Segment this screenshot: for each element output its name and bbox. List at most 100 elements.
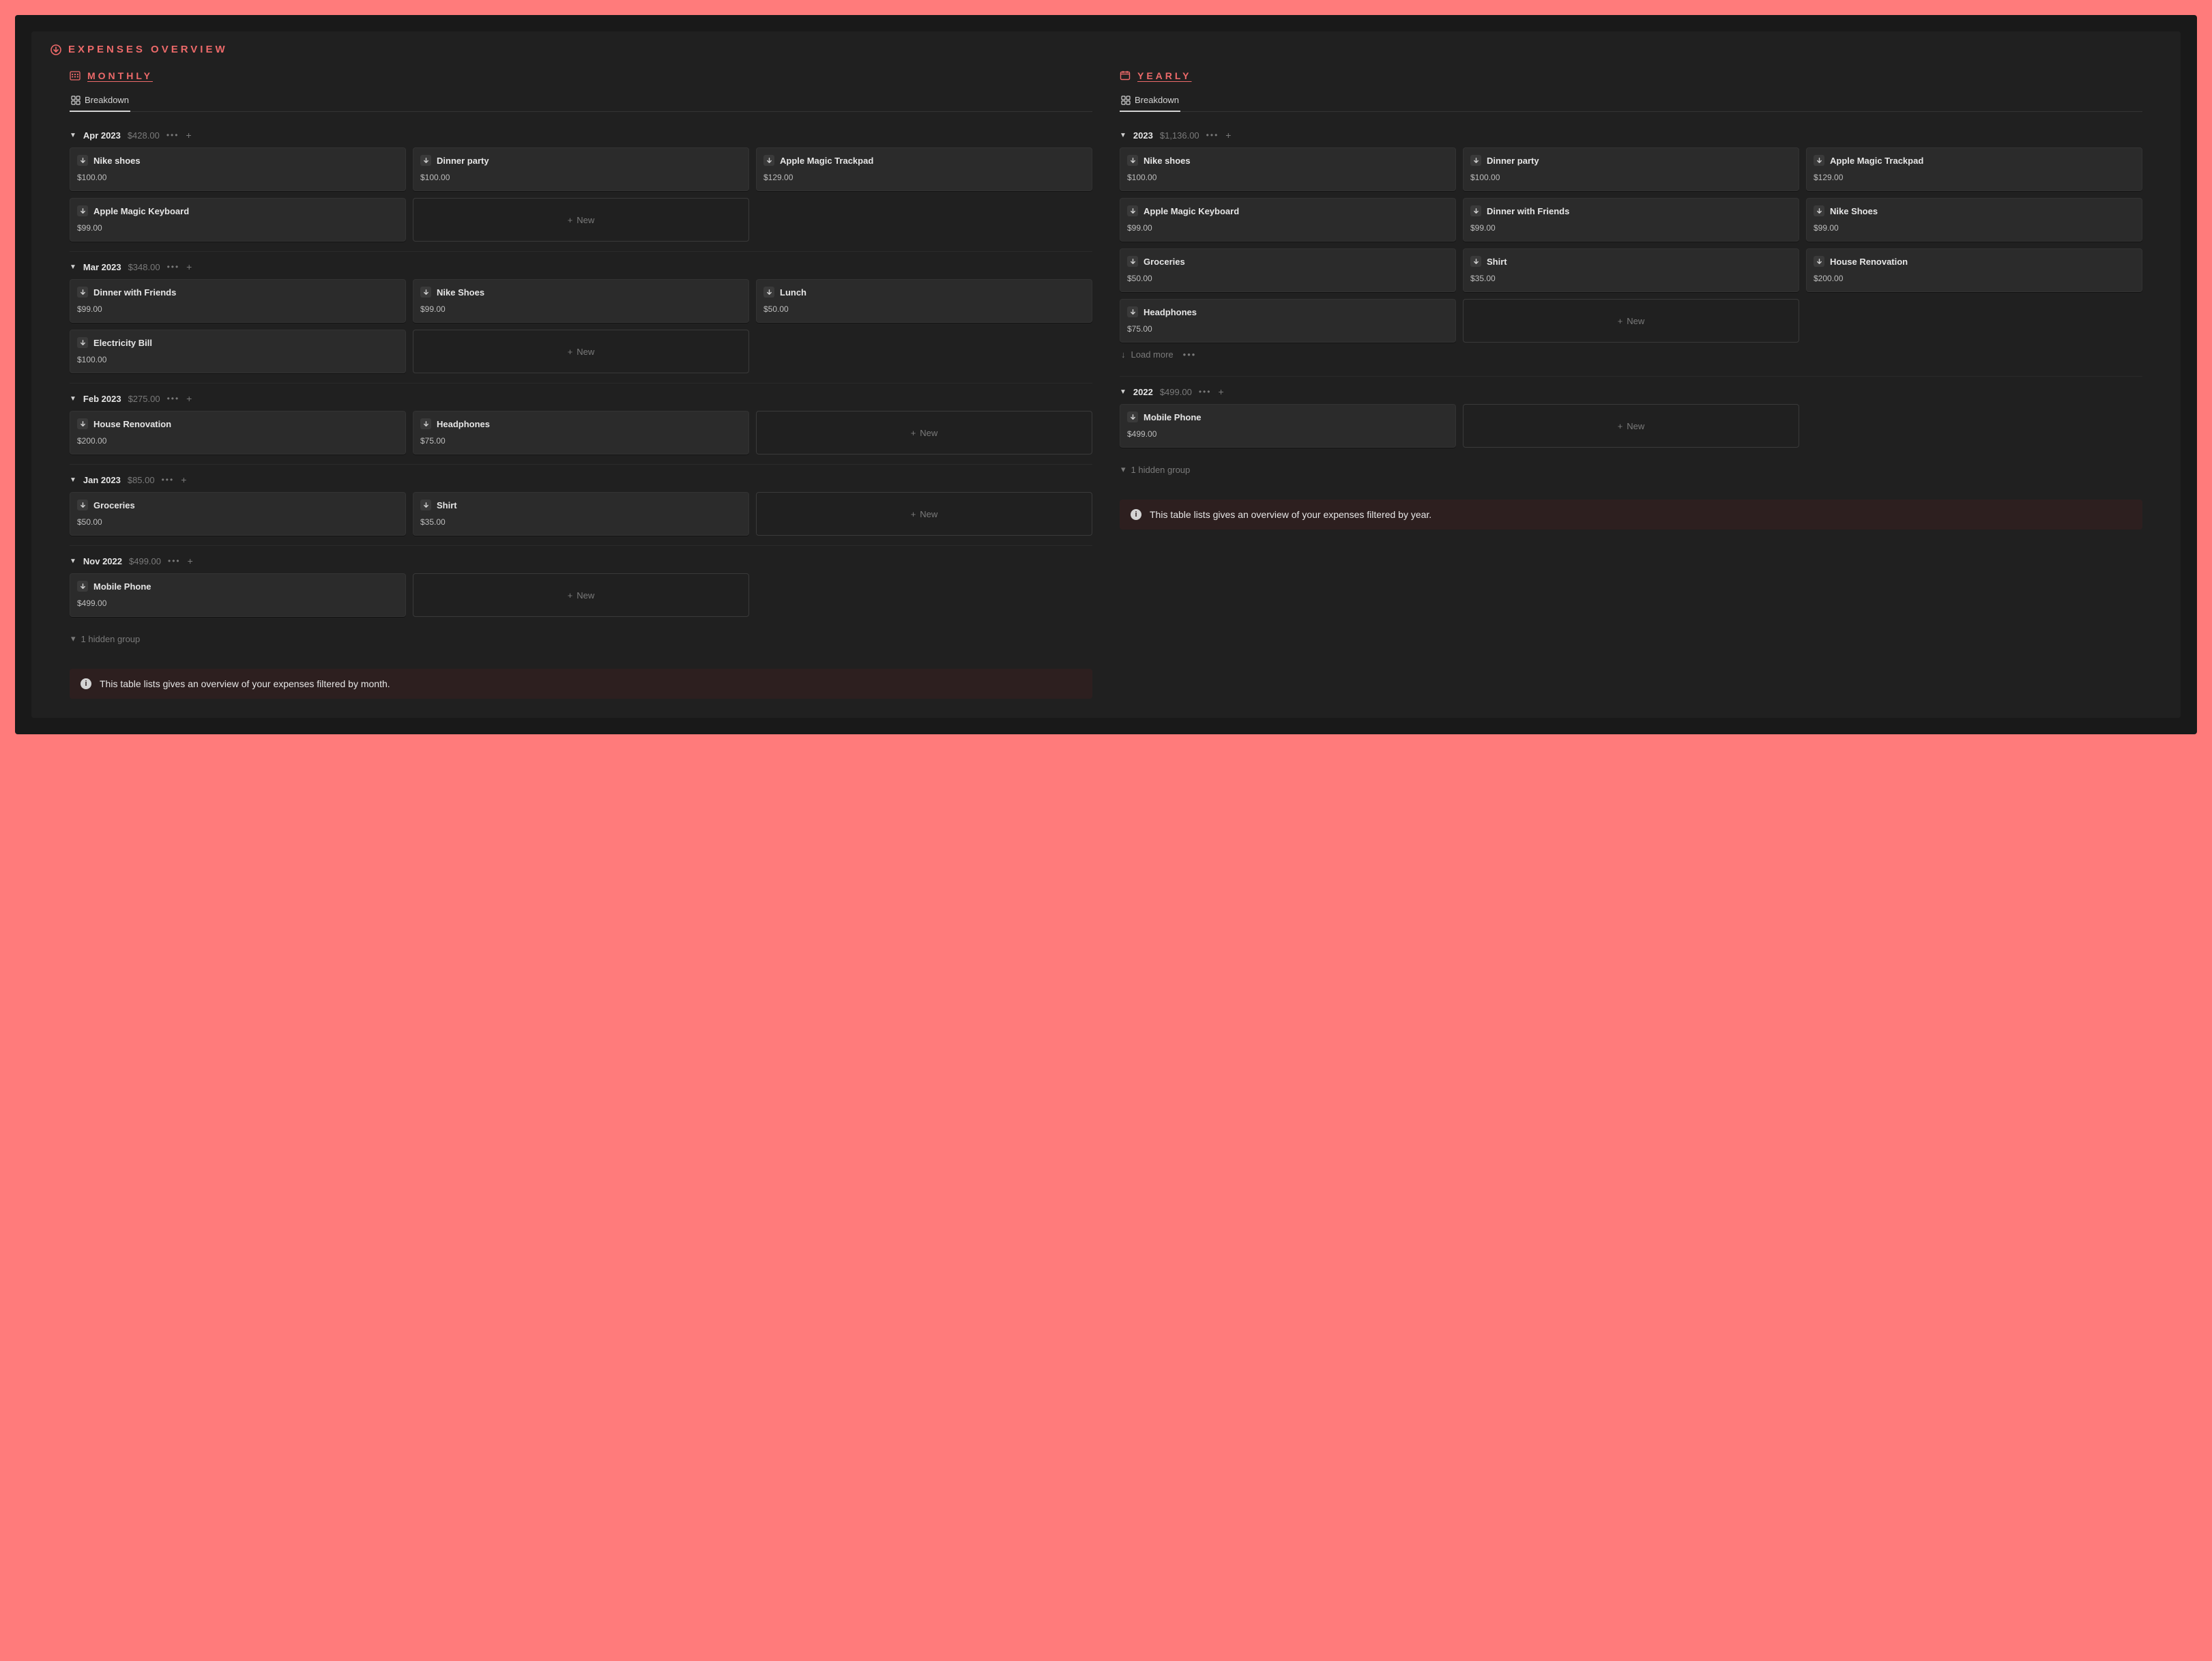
collapse-caret-icon[interactable]: ▼ xyxy=(70,558,76,565)
collapse-caret-icon[interactable]: ▼ xyxy=(70,263,76,271)
expense-card[interactable]: Nike shoes$100.00 xyxy=(1120,147,1456,191)
expense-amount: $99.00 xyxy=(1127,223,1449,233)
add-item-button[interactable]: + xyxy=(181,474,186,485)
expense-card[interactable]: Apple Magic Trackpad$129.00 xyxy=(1806,147,2142,191)
add-item-button[interactable]: + xyxy=(188,555,193,566)
expense-card[interactable]: Nike shoes$100.00 xyxy=(70,147,406,191)
expense-card[interactable]: Mobile Phone$499.00 xyxy=(1120,404,1456,448)
monthly-heading[interactable]: MONTHLY xyxy=(70,70,1092,81)
new-card-button[interactable]: +New xyxy=(756,411,1092,454)
arrow-down-icon xyxy=(1814,256,1824,267)
plus-icon: + xyxy=(1618,316,1623,326)
add-item-button[interactable]: + xyxy=(186,130,191,141)
expense-card[interactable]: Dinner with Friends$99.00 xyxy=(1463,198,1799,242)
add-item-button[interactable]: + xyxy=(186,261,192,272)
collapse-caret-icon[interactable]: ▼ xyxy=(1120,132,1126,139)
arrow-down-icon xyxy=(77,155,88,166)
expense-card[interactable]: House Renovation$200.00 xyxy=(1806,248,2142,292)
group-header[interactable]: ▼ 2022 $499.00 ••• + xyxy=(1120,384,2142,404)
arrow-down-icon xyxy=(420,155,431,166)
new-card-button[interactable]: +New xyxy=(413,573,749,617)
expense-card[interactable]: Nike Shoes$99.00 xyxy=(1806,198,2142,242)
more-menu-icon[interactable]: ••• xyxy=(162,475,175,485)
more-menu-icon[interactable]: ••• xyxy=(1199,387,1212,396)
new-card-button[interactable]: +New xyxy=(756,492,1092,536)
group-label: Apr 2023 xyxy=(83,130,121,141)
expense-card[interactable]: Apple Magic Trackpad$129.00 xyxy=(756,147,1092,191)
collapse-caret-icon[interactable]: ▼ xyxy=(70,395,76,403)
load-more-button[interactable]: ↓Load more••• xyxy=(1120,343,2142,366)
expense-card[interactable]: Mobile Phone$499.00 xyxy=(70,573,406,617)
add-item-button[interactable]: + xyxy=(1218,386,1223,397)
group-header[interactable]: ▼Feb 2023$275.00•••+ xyxy=(70,390,1092,411)
card-grid: Groceries$50.00Shirt$35.00+New xyxy=(70,492,1092,536)
expense-name: Nike Shoes xyxy=(437,287,484,298)
collapse-caret-icon[interactable]: ▼ xyxy=(1120,388,1126,396)
expense-card[interactable]: Electricity Bill$100.00 xyxy=(70,330,406,373)
group-header[interactable]: ▼Mar 2023$348.00•••+ xyxy=(70,259,1092,279)
expense-amount: $129.00 xyxy=(763,173,1085,182)
card-grid: Mobile Phone$499.00+New xyxy=(70,573,1092,617)
new-card-button[interactable]: +New xyxy=(413,198,749,242)
group-label: 2022 xyxy=(1133,387,1153,397)
expense-name: Dinner with Friends xyxy=(1487,206,1569,216)
group-header[interactable]: ▼Nov 2022$499.00•••+ xyxy=(70,553,1092,573)
group-total: $499.00 xyxy=(1160,387,1192,397)
yearly-heading-text: YEARLY xyxy=(1137,70,1192,81)
collapse-caret-icon[interactable]: ▼ xyxy=(70,476,76,484)
arrow-down-icon xyxy=(77,418,88,429)
more-menu-icon[interactable]: ••• xyxy=(168,556,181,566)
info-text: This table lists gives an overview of yo… xyxy=(100,678,390,689)
new-card-button[interactable]: +New xyxy=(1463,404,1799,448)
more-menu-icon[interactable]: ••• xyxy=(166,130,179,140)
page-title: EXPENSES OVERVIEW xyxy=(50,44,2162,55)
expense-card[interactable]: Groceries$50.00 xyxy=(70,492,406,536)
expense-name: Groceries xyxy=(93,500,135,510)
expense-name: Mobile Phone xyxy=(93,581,151,592)
group-header[interactable]: ▼Apr 2023$428.00•••+ xyxy=(70,127,1092,147)
expense-card[interactable]: Groceries$50.00 xyxy=(1120,248,1456,292)
expense-name: Dinner party xyxy=(1487,156,1539,166)
new-card-button[interactable]: +New xyxy=(413,330,749,373)
more-menu-icon[interactable]: ••• xyxy=(1183,349,1197,360)
expense-card[interactable]: Apple Magic Keyboard$99.00 xyxy=(70,198,406,242)
add-item-button[interactable]: + xyxy=(186,393,192,404)
expense-name: Nike shoes xyxy=(1144,156,1191,166)
new-card-button[interactable]: +New xyxy=(1463,299,1799,343)
expense-card[interactable]: Dinner party$100.00 xyxy=(1463,147,1799,191)
tab-breakdown-yearly[interactable]: Breakdown xyxy=(1120,91,1180,112)
expense-card[interactable]: Shirt$35.00 xyxy=(1463,248,1799,292)
expense-amount: $50.00 xyxy=(1127,274,1449,283)
yearly-column: YEARLY Breakdown ▼2023$1,136.00•••+Nike xyxy=(1120,70,2142,699)
expense-group: ▼Feb 2023$275.00•••+House Renovation$200… xyxy=(70,384,1092,465)
arrow-down-icon xyxy=(1127,205,1138,216)
expense-card[interactable]: Headphones$75.00 xyxy=(1120,299,1456,343)
hidden-group-toggle-yearly[interactable]: ▾ 1 hidden group xyxy=(1120,457,2142,482)
yearly-heading[interactable]: YEARLY xyxy=(1120,70,2142,81)
arrow-down-icon xyxy=(1127,411,1138,422)
expense-amount: $99.00 xyxy=(77,223,398,233)
add-item-button[interactable]: + xyxy=(1225,130,1231,141)
expense-card[interactable]: Headphones$75.00 xyxy=(413,411,749,454)
more-menu-icon[interactable]: ••• xyxy=(167,394,180,403)
expense-card[interactable]: House Renovation$200.00 xyxy=(70,411,406,454)
group-total: $1,136.00 xyxy=(1160,130,1199,141)
info-banner-monthly: i This table lists gives an overview of … xyxy=(70,669,1092,699)
expense-card[interactable]: Apple Magic Keyboard$99.00 xyxy=(1120,198,1456,242)
arrow-down-icon xyxy=(77,287,88,298)
hidden-group-toggle-monthly[interactable]: ▾ 1 hidden group xyxy=(70,626,1092,651)
expense-card[interactable]: Dinner party$100.00 xyxy=(413,147,749,191)
tab-breakdown-monthly[interactable]: Breakdown xyxy=(70,91,130,112)
expense-card[interactable]: Shirt$35.00 xyxy=(413,492,749,536)
expense-card[interactable]: Dinner with Friends$99.00 xyxy=(70,279,406,323)
collapse-caret-icon[interactable]: ▼ xyxy=(70,132,76,139)
more-menu-icon[interactable]: ••• xyxy=(1206,130,1219,140)
group-header[interactable]: ▼2023$1,136.00•••+ xyxy=(1120,127,2142,147)
expense-name: Nike shoes xyxy=(93,156,141,166)
expense-card[interactable]: Lunch$50.00 xyxy=(756,279,1092,323)
group-total: $275.00 xyxy=(128,394,160,404)
more-menu-icon[interactable]: ••• xyxy=(167,262,180,272)
group-header[interactable]: ▼Jan 2023$85.00•••+ xyxy=(70,472,1092,492)
expense-card[interactable]: Nike Shoes$99.00 xyxy=(413,279,749,323)
expense-amount: $499.00 xyxy=(1127,429,1449,439)
